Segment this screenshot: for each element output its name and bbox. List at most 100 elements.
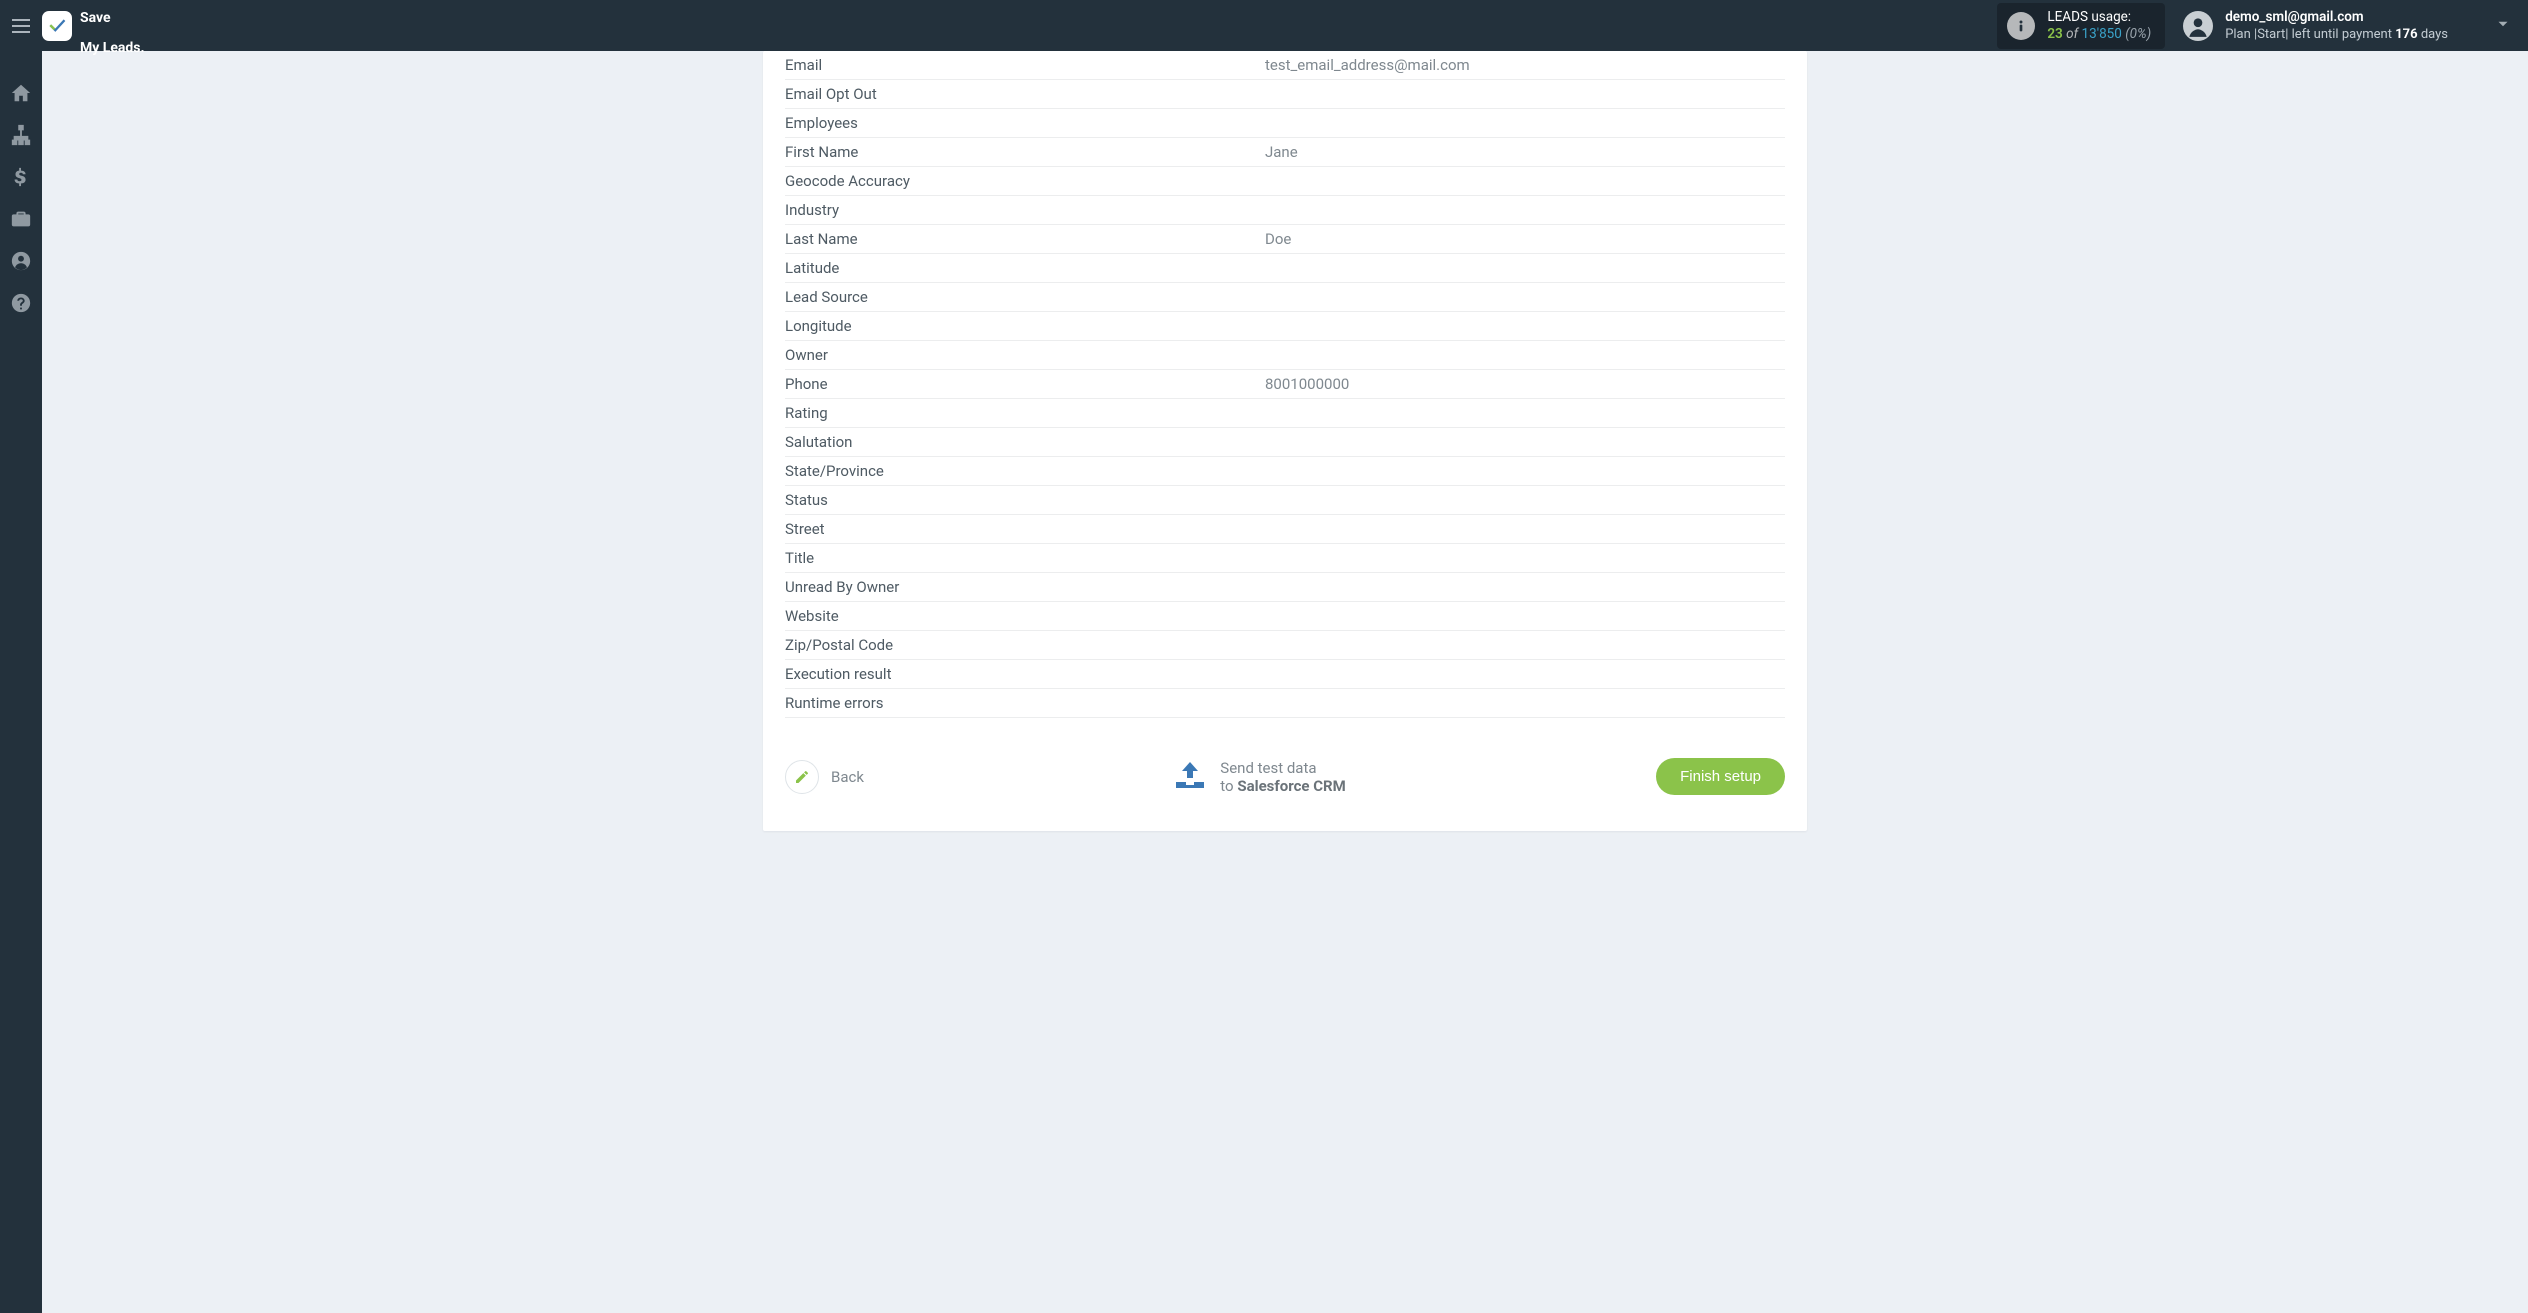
finish-setup-button[interactable]: Finish setup	[1656, 758, 1785, 795]
field-row: Longitude	[785, 312, 1785, 341]
field-label: Longitude	[785, 317, 1265, 335]
field-label: First Name	[785, 143, 1265, 161]
field-row: Employees	[785, 109, 1785, 138]
field-row: Rating	[785, 399, 1785, 428]
field-row: Execution result	[785, 660, 1785, 689]
sidebar-item-help[interactable]	[9, 291, 33, 315]
user-plan-line: Plan |Start| left until payment 176 days	[2225, 26, 2448, 43]
field-label: Zip/Postal Code	[785, 636, 1265, 654]
field-label: Last Name	[785, 230, 1265, 248]
user-email: demo_sml@gmail.com	[2225, 9, 2448, 26]
back-icon-circle	[785, 760, 819, 794]
question-circle-icon	[10, 292, 32, 314]
field-label: Street	[785, 520, 1265, 538]
user-avatar-icon	[2183, 11, 2213, 41]
home-icon	[10, 82, 32, 104]
info-icon	[2007, 12, 2035, 40]
field-label: Website	[785, 607, 1265, 625]
sidebar-item-billing[interactable]	[9, 165, 33, 189]
field-row: Salutation	[785, 428, 1785, 457]
back-button-label: Back	[831, 768, 864, 786]
field-row: Industry	[785, 196, 1785, 225]
field-label: Employees	[785, 114, 1265, 132]
user-menu[interactable]: demo_sml@gmail.com Plan |Start| left unt…	[2183, 9, 2448, 43]
sidebar-item-account[interactable]	[9, 249, 33, 273]
field-row: Street	[785, 515, 1785, 544]
field-label: State/Province	[785, 462, 1265, 480]
sitemap-icon	[10, 124, 32, 146]
send-test-line-1: Send test data	[1220, 759, 1345, 777]
sidebar-item-connections[interactable]	[9, 123, 33, 147]
field-row: Geocode Accuracy	[785, 167, 1785, 196]
field-row: Latitude	[785, 254, 1785, 283]
layout: Emailtest_email_address@mail.comEmail Op…	[0, 51, 2528, 1313]
field-label: Salutation	[785, 433, 1265, 451]
leads-usage-text: LEADS usage: 23 of 13'850 (0%)	[2047, 9, 2151, 43]
hamburger-menu-button[interactable]	[0, 19, 42, 33]
send-test-data-link[interactable]: Send test data to Salesforce CRM	[864, 759, 1656, 795]
upload-icon	[1174, 760, 1206, 794]
leads-usage-widget[interactable]: LEADS usage: 23 of 13'850 (0%)	[1997, 3, 2165, 49]
sidebar-item-home[interactable]	[9, 81, 33, 105]
field-rows-container: Emailtest_email_address@mail.comEmail Op…	[785, 51, 1785, 718]
field-label: Industry	[785, 201, 1265, 219]
field-label: Owner	[785, 346, 1265, 364]
send-test-line-2-target: Salesforce CRM	[1237, 777, 1345, 795]
field-row: Phone8001000000	[785, 370, 1785, 399]
field-row: First NameJane	[785, 138, 1785, 167]
field-label: Unread By Owner	[785, 578, 1265, 596]
field-row: Owner	[785, 341, 1785, 370]
chevron-down-icon	[2494, 15, 2512, 33]
pencil-icon	[794, 769, 810, 785]
field-value: 8001000000	[1265, 375, 1785, 393]
field-card: Emailtest_email_address@mail.comEmail Op…	[763, 51, 1807, 831]
field-label: Lead Source	[785, 288, 1265, 306]
leads-usage-current: 23	[2047, 26, 2062, 42]
field-row: Status	[785, 486, 1785, 515]
briefcase-icon	[10, 208, 32, 230]
user-circle-icon	[10, 250, 32, 272]
leads-usage-pct: (0%)	[2125, 26, 2151, 42]
field-label: Geocode Accuracy	[785, 172, 1265, 190]
sidebar	[0, 51, 42, 1313]
field-label: Execution result	[785, 665, 1265, 683]
user-plan-prefix: Plan |Start| left until payment	[2225, 27, 2395, 42]
user-plan-days-word: days	[2418, 27, 2448, 42]
field-label: Runtime errors	[785, 694, 1265, 712]
field-row: Email Opt Out	[785, 80, 1785, 109]
field-label: Status	[785, 491, 1265, 509]
app-logo-text: Save My Leads.	[80, 0, 145, 56]
field-row: Title	[785, 544, 1785, 573]
field-label: Email	[785, 56, 1265, 74]
field-value: Doe	[1265, 230, 1785, 248]
field-row: Runtime errors	[785, 689, 1785, 718]
field-row: Lead Source	[785, 283, 1785, 312]
user-plan-days-num: 176	[2395, 27, 2417, 42]
app-logo-badge	[42, 11, 72, 41]
logo-line-1: Save	[80, 10, 111, 26]
back-button[interactable]: Back	[785, 760, 864, 794]
field-label: Phone	[785, 375, 1265, 393]
hamburger-icon	[12, 19, 30, 33]
logo-line-2: My Leads.	[80, 40, 145, 56]
checkmark-logo-icon	[47, 16, 67, 36]
header-dropdown-toggle[interactable]	[2488, 15, 2518, 37]
sidebar-item-business[interactable]	[9, 207, 33, 231]
send-test-line-2-prefix: to	[1220, 777, 1237, 795]
action-bar: Back Send test data to Salesforce CRM Fi…	[785, 758, 1785, 795]
main-scroll-area[interactable]: Emailtest_email_address@mail.comEmail Op…	[42, 51, 2528, 1313]
field-row: Last NameDoe	[785, 225, 1785, 254]
leads-usage-total: 13'850	[2082, 26, 2122, 42]
user-info: demo_sml@gmail.com Plan |Start| left unt…	[2225, 9, 2448, 43]
send-test-text: Send test data to Salesforce CRM	[1220, 759, 1345, 795]
field-value: Jane	[1265, 143, 1785, 161]
field-value: test_email_address@mail.com	[1265, 56, 1785, 74]
field-label: Email Opt Out	[785, 85, 1265, 103]
field-row: Website	[785, 602, 1785, 631]
field-label: Latitude	[785, 259, 1265, 277]
leads-usage-title: LEADS usage:	[2047, 9, 2151, 26]
field-row: Unread By Owner	[785, 573, 1785, 602]
field-row: State/Province	[785, 457, 1785, 486]
field-row: Zip/Postal Code	[785, 631, 1785, 660]
leads-usage-of: of	[2066, 26, 2078, 42]
